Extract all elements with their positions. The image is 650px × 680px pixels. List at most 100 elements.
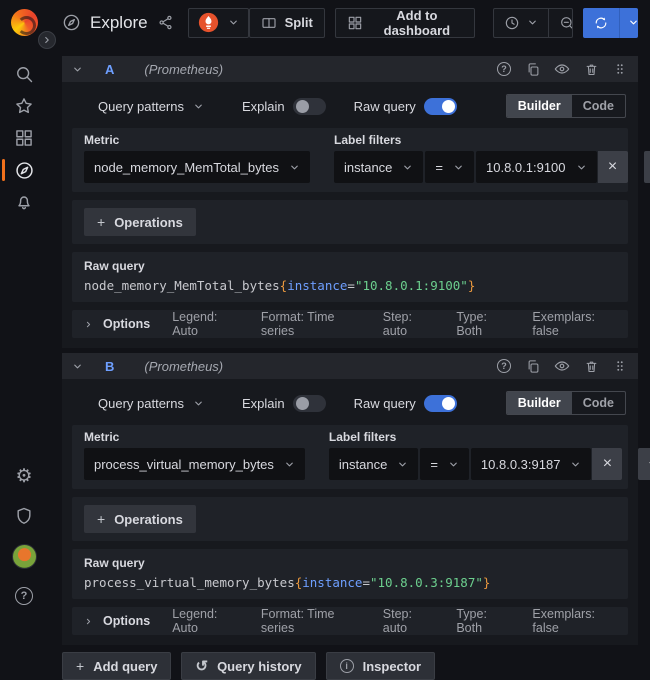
drag-handle-icon[interactable] — [612, 61, 628, 77]
time-picker-button[interactable] — [494, 9, 548, 37]
grafana-explore-app: ⚙ ? Explore — [0, 0, 650, 626]
collapse-query-button[interactable] — [72, 361, 83, 372]
filter-label-select[interactable]: instance — [334, 151, 423, 183]
grafana-logo[interactable] — [11, 9, 38, 36]
add-query-button[interactable]: + Add query — [62, 652, 171, 680]
chevron-right-icon — [42, 35, 52, 45]
collapse-query-button[interactable] — [72, 64, 83, 75]
remove-filter-button[interactable]: × — [592, 448, 622, 480]
explore-toolbar-bottom: + Add query ↺ Query history i Inspector — [62, 652, 638, 680]
metric-select[interactable]: process_virtual_memory_bytes — [84, 448, 305, 480]
query-editor-row-b: B (Prometheus) ? Query patterns — [62, 353, 638, 645]
option-legend: Legend: Auto — [172, 607, 239, 635]
query-ref-id: A — [105, 62, 114, 77]
topbar-actions: Split Add to dashboard — [249, 8, 638, 38]
compass-icon — [14, 160, 35, 181]
query-ref-id: B — [105, 359, 114, 374]
metric-select[interactable]: node_memory_MemTotal_bytes — [84, 151, 310, 183]
sidebar-item-explore[interactable] — [0, 154, 48, 186]
builder-mode-button[interactable]: Builder — [507, 392, 572, 414]
option-type: Type: Both — [456, 310, 510, 338]
option-step: Step: auto — [383, 607, 435, 635]
duplicate-query-icon[interactable] — [525, 358, 541, 374]
sidebar-expand-button[interactable] — [38, 31, 56, 49]
filter-operator-select[interactable]: = — [420, 448, 469, 480]
remove-query-icon[interactable] — [583, 358, 599, 374]
sidebar-item-configuration[interactable]: ⚙ — [0, 456, 48, 496]
metric-field: Metric node_memory_MemTotal_bytes — [84, 133, 310, 183]
add-operation-button[interactable]: + Operations — [84, 208, 196, 236]
add-to-dashboard-button[interactable]: Add to dashboard — [335, 8, 475, 38]
sidebar-item-alerting[interactable] — [0, 186, 48, 218]
query-help-icon[interactable]: ? — [496, 61, 512, 77]
sidebar-item-help[interactable]: ? — [0, 576, 48, 616]
add-filter-button[interactable]: + — [638, 448, 650, 480]
sidebar-item-search[interactable] — [0, 58, 48, 90]
apps-grid-icon — [14, 128, 34, 148]
drag-handle-icon[interactable] — [612, 358, 628, 374]
metric-filters-box: Metric node_memory_MemTotal_bytes Label … — [72, 128, 628, 192]
split-button[interactable]: Split — [249, 8, 325, 38]
query-datasource-name: (Prometheus) — [144, 359, 223, 374]
split-icon — [261, 15, 277, 31]
hide-query-icon[interactable] — [554, 61, 570, 77]
query-patterns-dropdown[interactable]: Query patterns — [98, 396, 204, 411]
inspector-button[interactable]: i Inspector — [326, 652, 436, 680]
raw-query-toggle[interactable] — [424, 395, 457, 412]
option-legend: Legend: Auto — [172, 310, 239, 338]
query-options-row: Options Legend: Auto Format: Time series… — [72, 310, 628, 338]
topbar: Explore Split Add to dashboard — [48, 0, 650, 45]
query-actions: ? — [496, 358, 628, 374]
bell-icon — [14, 192, 34, 212]
code-mode-button[interactable]: Code — [572, 95, 625, 117]
label-filters-label: Label filters — [329, 430, 650, 444]
query-history-button[interactable]: ↺ Query history — [181, 652, 315, 680]
clock-icon — [504, 15, 520, 31]
prometheus-icon — [198, 12, 219, 33]
remove-filter-button[interactable]: × — [598, 151, 628, 183]
raw-query-toggle-group: Raw query — [354, 98, 457, 115]
sidebar-item-profile[interactable] — [0, 536, 48, 576]
explain-toggle-group: Explain — [242, 98, 326, 115]
code-mode-button[interactable]: Code — [572, 392, 625, 414]
filter-label-select[interactable]: instance — [329, 448, 418, 480]
run-query-button[interactable] — [583, 8, 638, 38]
sidebar-item-dashboards[interactable] — [0, 122, 48, 154]
options-collapse-toggle[interactable]: Options — [84, 317, 150, 331]
raw-query-expression: node_memory_MemTotal_bytes{instance="10.… — [84, 278, 616, 293]
filter-value-select[interactable]: 10.8.0.1:9100 — [476, 151, 597, 183]
add-operation-button[interactable]: + Operations — [84, 505, 196, 533]
add-filter-button[interactable]: + — [644, 151, 650, 183]
search-icon — [14, 64, 34, 84]
hide-query-icon[interactable] — [554, 358, 570, 374]
remove-query-icon[interactable] — [583, 61, 599, 77]
builder-mode-button[interactable]: Builder — [507, 95, 572, 117]
option-exemplars: Exemplars: false — [532, 607, 616, 635]
sidebar-item-starred[interactable] — [0, 90, 48, 122]
query-actions: ? — [496, 61, 628, 77]
run-query-dropdown[interactable] — [619, 8, 638, 38]
raw-query-toggle[interactable] — [424, 98, 457, 115]
gear-icon: ⚙ — [15, 467, 32, 486]
filter-value-select[interactable]: 10.8.0.3:9187 — [471, 448, 592, 480]
query-options-row: Options Legend: Auto Format: Time series… — [72, 607, 628, 635]
query-editor-row-a: A (Prometheus) ? Query patterns — [62, 56, 638, 348]
datasource-picker[interactable] — [188, 8, 249, 38]
explore-content: A (Prometheus) ? Query patterns — [48, 45, 650, 626]
zoom-out-time-button[interactable] — [548, 9, 573, 37]
editor-mode-switch: Builder Code — [506, 391, 626, 415]
explain-toggle[interactable] — [293, 98, 326, 115]
editor-mode-switch: Builder Code — [506, 94, 626, 118]
refresh-icon — [583, 8, 619, 38]
duplicate-query-icon[interactable] — [525, 61, 541, 77]
metric-field: Metric process_virtual_memory_bytes — [84, 430, 305, 480]
filter-operator-select[interactable]: = — [425, 151, 474, 183]
share-icon[interactable] — [157, 14, 174, 31]
sidebar-item-server-admin[interactable] — [0, 496, 48, 536]
raw-query-box: Raw query process_virtual_memory_bytes{i… — [72, 549, 628, 599]
query-toolbar: Query patterns Explain Raw query Builder… — [98, 90, 626, 122]
query-patterns-dropdown[interactable]: Query patterns — [98, 99, 204, 114]
explain-toggle[interactable] — [293, 395, 326, 412]
page-title: Explore — [90, 13, 148, 33]
query-help-icon[interactable]: ? — [496, 358, 512, 374]
